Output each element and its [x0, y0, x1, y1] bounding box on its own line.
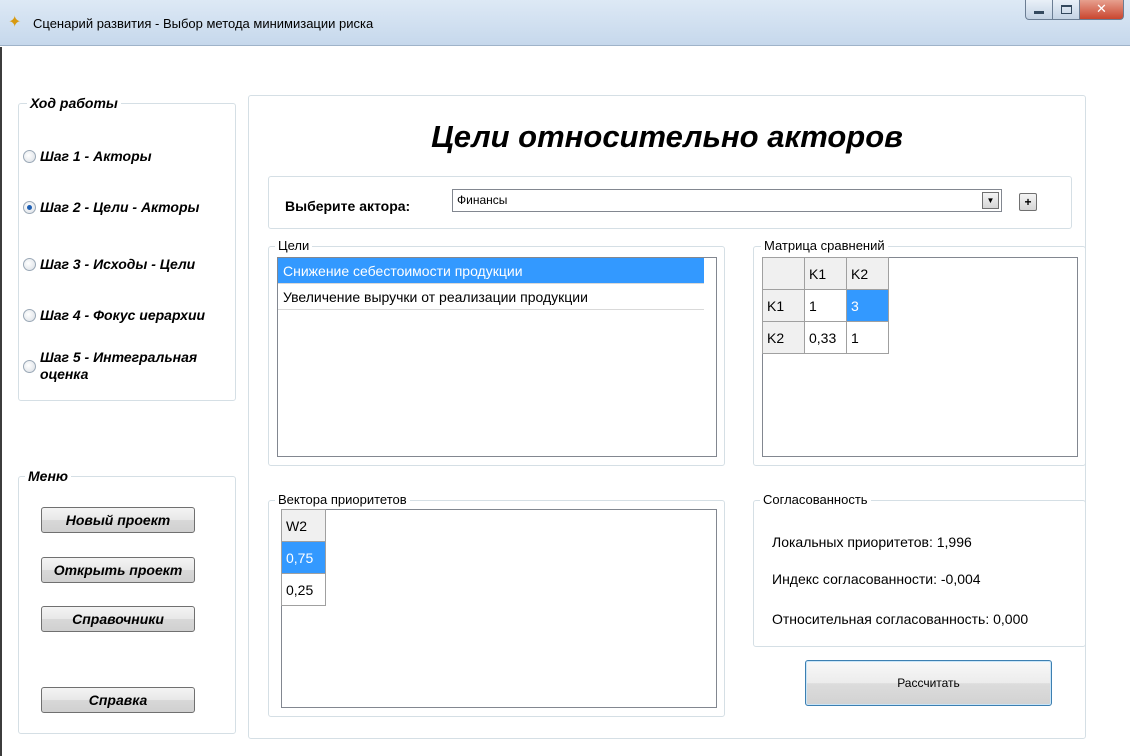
help-button[interactable]: Справка [41, 687, 195, 713]
goal-item[interactable]: Снижение себестоимости продукции [278, 258, 704, 284]
maximize-icon [1060, 5, 1072, 14]
step-2-radio[interactable]: Шаг 2 - Цели - Акторы [23, 199, 199, 215]
step-5-radio[interactable]: Шаг 5 - Интегральная оценка [23, 349, 223, 383]
calculate-button[interactable]: Рассчитать [805, 660, 1052, 706]
matrix-column-header[interactable]: K2 [846, 257, 889, 290]
matrix-cell[interactable]: 3 [846, 289, 889, 322]
consistency-index-text: Индекс согласованности: -0,004 [772, 571, 981, 587]
vector-cell[interactable]: 0,25 [281, 573, 326, 606]
step-1-radio[interactable]: Шаг 1 - Акторы [23, 148, 152, 164]
add-actor-button[interactable]: + [1019, 193, 1037, 211]
actor-label: Выберите актора: [285, 198, 411, 214]
step-4-label: Шаг 4 - Фокус иерархии [40, 307, 206, 323]
matrix-cell[interactable]: 0,33 [804, 321, 847, 354]
actor-dropdown-value: Финансы [457, 193, 508, 207]
maximize-button[interactable] [1053, 0, 1080, 20]
menu-group-title: Меню [25, 469, 72, 483]
new-project-button[interactable]: Новый проект [41, 507, 195, 533]
matrix-grid-area[interactable]: K1 K2 K1 1 3 K2 0,33 1 [762, 257, 1078, 457]
step-4-radio[interactable]: Шаг 4 - Фокус иерархии [23, 307, 205, 323]
matrix-row-header[interactable]: K2 [762, 321, 805, 354]
matrix-row-header[interactable]: K1 [762, 289, 805, 322]
vectors-grid-area[interactable]: W2 0,75 0,25 [281, 509, 717, 708]
radio-icon [23, 308, 36, 322]
radio-checked-icon [23, 200, 36, 214]
local-priorities-text: Локальных приоритетов: 1,996 [772, 534, 972, 550]
chevron-down-icon[interactable]: ▼ [982, 192, 999, 209]
minimize-icon [1034, 11, 1044, 14]
minimize-button[interactable] [1025, 0, 1053, 20]
matrix-corner-cell [762, 257, 805, 290]
radio-icon [23, 149, 36, 163]
step-3-radio[interactable]: Шаг 3 - Исходы - Цели [23, 256, 195, 272]
page-title: Цели относительно акторов [431, 119, 903, 154]
matrix-column-header[interactable]: K1 [804, 257, 847, 290]
priority-vector-table[interactable]: W2 0,75 0,25 [281, 509, 326, 606]
radio-icon [23, 359, 36, 373]
consistency-group-title: Согласованность [760, 493, 871, 507]
actor-dropdown[interactable]: Финансы ▼ [452, 189, 1002, 212]
title-bar: ✦ Сценарий развития - Выбор метода миним… [0, 0, 1130, 46]
step-1-label: Шаг 1 - Акторы [40, 148, 152, 164]
window-left-edge [0, 47, 8, 756]
step-5-label: Шаг 5 - Интегральная оценка [40, 349, 198, 382]
vector-header[interactable]: W2 [281, 509, 326, 542]
radio-icon [23, 257, 36, 271]
step-3-label: Шаг 3 - Исходы - Цели [40, 256, 196, 272]
relative-consistency-text: Относительная согласованность: 0,000 [772, 611, 1029, 627]
window-controls: ✕ [1025, 0, 1124, 24]
references-button[interactable]: Справочники [41, 606, 195, 632]
goals-list[interactable]: Снижение себестоимости продукции Увеличе… [277, 257, 717, 457]
goals-group-title: Цели [275, 239, 313, 253]
window-title: Сценарий развития - Выбор метода минимиз… [33, 16, 374, 31]
app-icon: ✦ [8, 12, 22, 31]
close-button[interactable]: ✕ [1080, 0, 1124, 20]
goal-item[interactable]: Увеличение выручки от реализации продукц… [278, 284, 704, 310]
close-icon: ✕ [1096, 2, 1107, 17]
matrix-cell[interactable]: 1 [804, 289, 847, 322]
vectors-group-title: Вектора приоритетов [275, 493, 410, 507]
open-project-button[interactable]: Открыть проект [41, 557, 195, 583]
step-2-label: Шаг 2 - Цели - Акторы [40, 199, 200, 215]
comparison-matrix[interactable]: K1 K2 K1 1 3 K2 0,33 1 [762, 257, 889, 354]
progress-group-title: Ход работы [27, 96, 121, 110]
vector-cell[interactable]: 0,75 [281, 541, 326, 574]
matrix-cell[interactable]: 1 [846, 321, 889, 354]
matrix-group-title: Матрица сравнений [761, 239, 888, 253]
